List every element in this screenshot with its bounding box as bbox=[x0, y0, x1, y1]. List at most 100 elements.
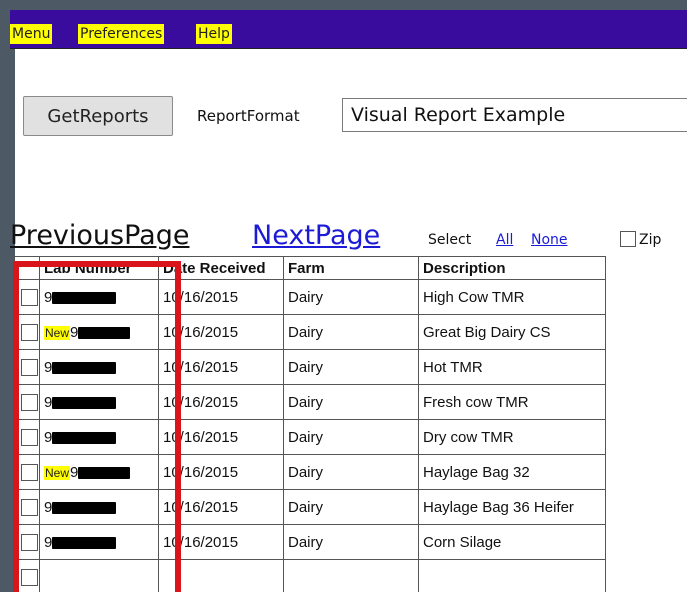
lab-number-cell: 9 bbox=[39, 384, 159, 420]
lab-number-cell bbox=[39, 559, 159, 592]
description-cell[interactable]: Dry cow TMR bbox=[418, 419, 606, 455]
row-select-cell bbox=[14, 524, 40, 560]
lab-number-cell: 9 bbox=[39, 349, 159, 385]
description-cell bbox=[418, 559, 606, 592]
next-page-link[interactable]: NextPage bbox=[252, 220, 380, 251]
farm-cell: Dairy bbox=[283, 489, 419, 525]
row-select-cell bbox=[14, 559, 40, 592]
zip-label: Zip bbox=[639, 232, 662, 248]
new-badge: New bbox=[44, 325, 71, 340]
table-row[interactable]: 9 10/16/2015 Dairy Haylage Bag 36 Heifer bbox=[14, 489, 606, 525]
lab-number-prefix: 9 bbox=[44, 288, 53, 306]
table-row[interactable]: 9 10/16/2015 Dairy Fresh cow TMR bbox=[14, 384, 606, 420]
table-row[interactable]: New9 10/16/2015 Dairy Great Big Dairy CS bbox=[14, 314, 606, 350]
description-cell[interactable]: Corn Silage bbox=[418, 524, 606, 560]
row-checkbox[interactable] bbox=[21, 428, 38, 446]
menu-item-help[interactable]: Help bbox=[196, 24, 232, 44]
description-cell[interactable]: Haylage Bag 32 bbox=[418, 454, 606, 490]
date-received-cell: 10/16/2015 bbox=[158, 314, 284, 350]
row-select-cell bbox=[14, 279, 40, 315]
row-select-cell bbox=[14, 384, 40, 420]
select-label: Select bbox=[428, 232, 472, 248]
new-badge: New bbox=[44, 465, 71, 480]
row-select-cell bbox=[14, 314, 40, 350]
lab-number-prefix: 9 bbox=[44, 393, 53, 411]
lab-number-cell: 9 bbox=[39, 524, 159, 560]
row-select-cell bbox=[14, 349, 40, 385]
description-cell[interactable]: Hot TMR bbox=[418, 349, 606, 385]
date-received-cell bbox=[158, 559, 284, 592]
farm-cell: Dairy bbox=[283, 384, 419, 420]
lab-number-prefix: 9 bbox=[44, 498, 53, 516]
zip-checkbox[interactable] bbox=[620, 231, 636, 247]
lab-number-prefix: 9 bbox=[70, 463, 79, 481]
lab-number-cell: 9 bbox=[39, 419, 159, 455]
farm-cell: Dairy bbox=[283, 349, 419, 385]
date-received-cell: 10/16/2015 bbox=[158, 454, 284, 490]
lab-number-cell: 9 bbox=[39, 279, 159, 315]
lab-number-prefix: 9 bbox=[44, 358, 53, 376]
report-format-select[interactable]: Visual Report Example bbox=[342, 98, 687, 132]
previous-page-link[interactable]: PreviousPage bbox=[10, 220, 189, 251]
row-select-cell bbox=[14, 419, 40, 455]
lab-number-cell: New9 bbox=[39, 454, 159, 490]
description-cell[interactable]: Haylage Bag 36 Heifer bbox=[418, 489, 606, 525]
table-row[interactable]: New9 10/16/2015 Dairy Haylage Bag 32 bbox=[14, 454, 606, 490]
row-select-cell bbox=[14, 489, 40, 525]
menu-item-preferences[interactable]: Preferences bbox=[78, 24, 165, 44]
date-received-cell: 10/16/2015 bbox=[158, 349, 284, 385]
row-checkbox[interactable] bbox=[21, 568, 38, 586]
redacted-lab-number bbox=[52, 291, 117, 304]
redacted-lab-number bbox=[78, 326, 131, 339]
farm-cell: Dairy bbox=[283, 419, 419, 455]
table-row[interactable]: 9 10/16/2015 Dairy Corn Silage bbox=[14, 524, 606, 560]
row-checkbox[interactable] bbox=[21, 498, 38, 516]
farm-cell bbox=[283, 559, 419, 592]
header-date-received: Date Received bbox=[158, 256, 284, 280]
row-checkbox[interactable] bbox=[21, 358, 38, 376]
table-body: 9 10/16/2015 Dairy High Cow TMR New9 10/16/20… bbox=[14, 279, 606, 592]
lab-number-cell: New9 bbox=[39, 314, 159, 350]
header-select-cell bbox=[14, 256, 40, 280]
select-none-link[interactable]: None bbox=[531, 232, 568, 248]
date-received-cell: 10/16/2015 bbox=[158, 419, 284, 455]
description-cell[interactable]: Fresh cow TMR bbox=[418, 384, 606, 420]
farm-cell: Dairy bbox=[283, 454, 419, 490]
header-farm: Farm bbox=[283, 256, 419, 280]
get-reports-button[interactable]: GetReports bbox=[23, 96, 173, 136]
lab-number-cell: 9 bbox=[39, 489, 159, 525]
date-received-cell: 10/16/2015 bbox=[158, 279, 284, 315]
table-row[interactable]: 9 10/16/2015 Dairy Hot TMR bbox=[14, 349, 606, 385]
description-cell[interactable]: High Cow TMR bbox=[418, 279, 606, 315]
row-checkbox[interactable] bbox=[21, 533, 38, 551]
farm-cell: Dairy bbox=[283, 279, 419, 315]
reports-table: Lab Number Date Received Farm Descriptio… bbox=[14, 256, 606, 592]
table-row[interactable]: 9 10/16/2015 Dairy Dry cow TMR bbox=[14, 419, 606, 455]
report-format-label: ReportFormat bbox=[197, 107, 300, 125]
table-row-partial bbox=[14, 559, 606, 592]
menu-item-menu[interactable]: Menu bbox=[10, 24, 53, 44]
date-received-cell: 10/16/2015 bbox=[158, 489, 284, 525]
lab-number-prefix: 9 bbox=[44, 428, 53, 446]
table-row[interactable]: 9 10/16/2015 Dairy High Cow TMR bbox=[14, 279, 606, 315]
row-checkbox[interactable] bbox=[21, 323, 38, 341]
redacted-lab-number bbox=[52, 396, 117, 409]
redacted-lab-number bbox=[52, 501, 117, 514]
table-header-row: Lab Number Date Received Farm Descriptio… bbox=[14, 256, 606, 280]
description-cell[interactable]: Great Big Dairy CS bbox=[418, 314, 606, 350]
date-received-cell: 10/16/2015 bbox=[158, 524, 284, 560]
row-checkbox[interactable] bbox=[21, 463, 38, 481]
header-description: Description bbox=[418, 256, 606, 280]
redacted-lab-number bbox=[52, 536, 117, 549]
row-checkbox[interactable] bbox=[21, 393, 38, 411]
farm-cell: Dairy bbox=[283, 314, 419, 350]
redacted-lab-number bbox=[52, 361, 117, 374]
row-checkbox[interactable] bbox=[21, 288, 38, 306]
lab-number-prefix: 9 bbox=[44, 533, 53, 551]
redacted-lab-number bbox=[78, 466, 131, 479]
row-select-cell bbox=[14, 454, 40, 490]
farm-cell: Dairy bbox=[283, 524, 419, 560]
lab-number-prefix: 9 bbox=[70, 323, 79, 341]
redacted-lab-number bbox=[52, 431, 117, 444]
select-all-link[interactable]: All bbox=[496, 232, 513, 248]
